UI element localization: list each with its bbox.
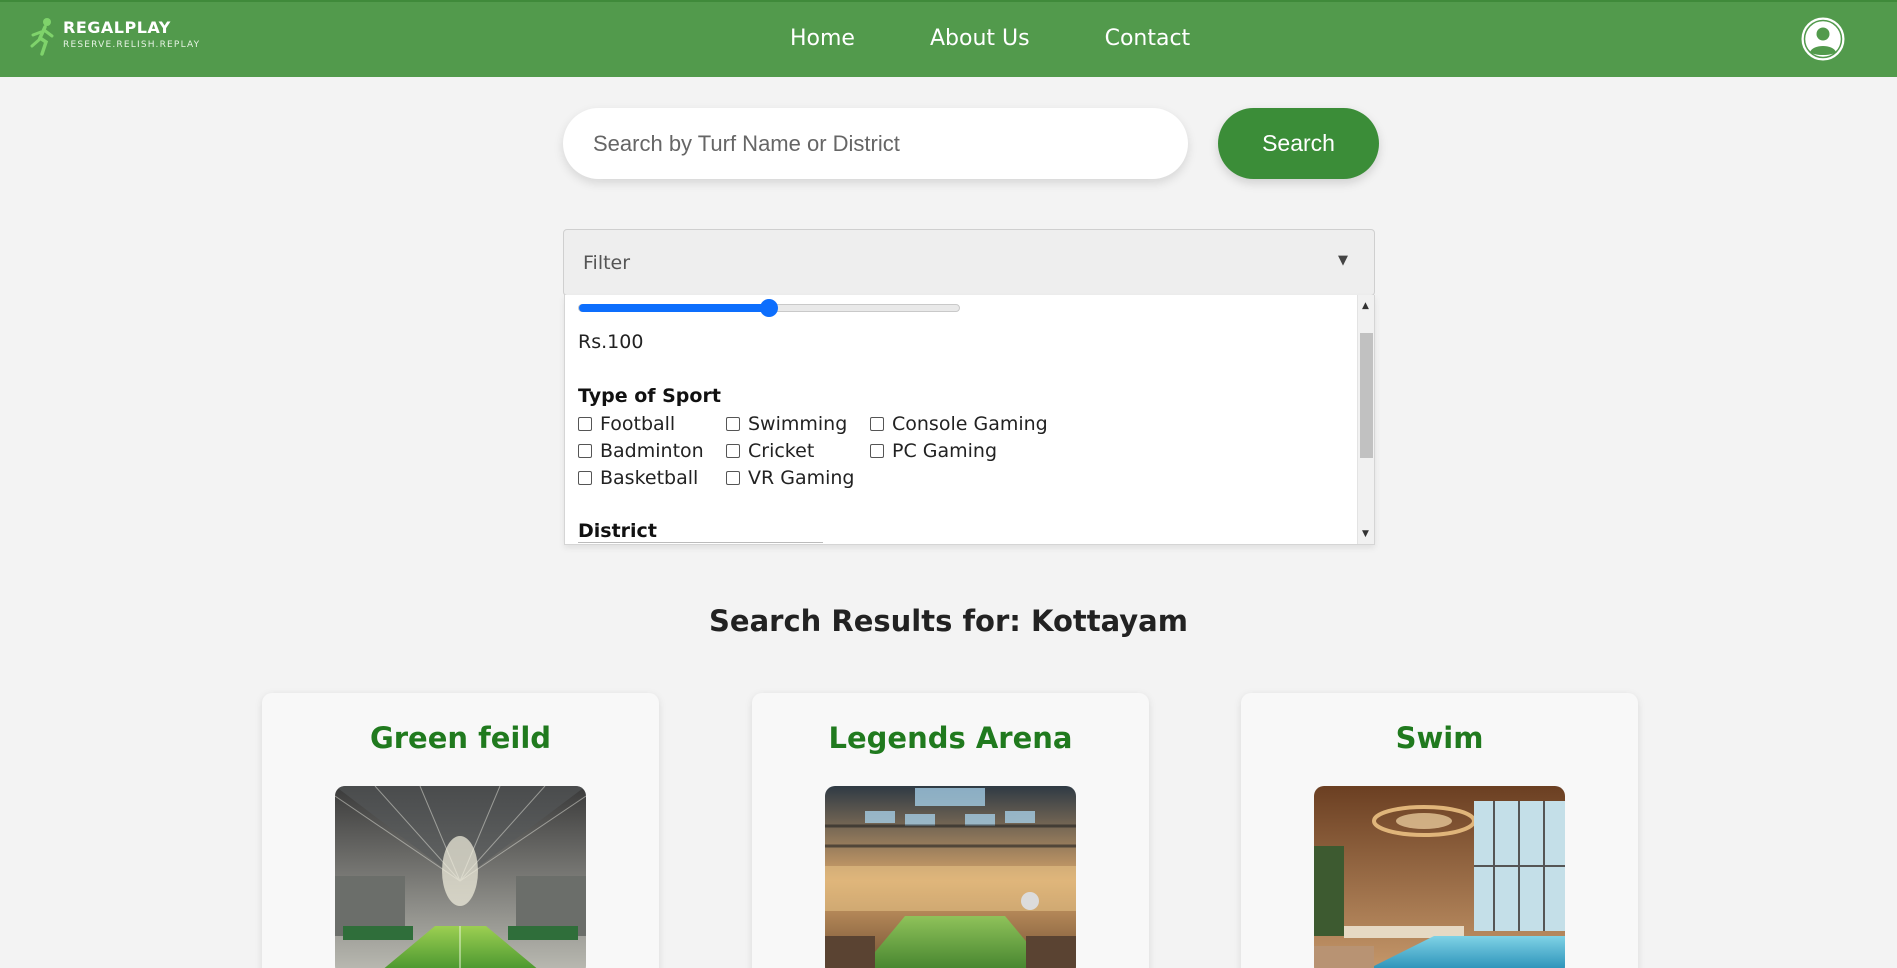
sport-option-label: VR Gaming	[748, 466, 855, 489]
checkbox[interactable]	[726, 416, 740, 431]
sport-option-basketball[interactable]: Basketball	[578, 466, 726, 489]
checkbox[interactable]	[870, 443, 884, 458]
nav-about-link[interactable]: About Us	[930, 26, 1030, 51]
turf-image-pool[interactable]	[1314, 786, 1565, 968]
checkbox[interactable]	[578, 470, 592, 485]
nav-contact-link[interactable]: Contact	[1105, 26, 1191, 51]
turf-card[interactable]: Legends Arena	[752, 693, 1149, 968]
runner-logo-icon	[30, 18, 54, 56]
checkbox[interactable]	[578, 416, 592, 431]
price-slider[interactable]	[578, 299, 960, 317]
search-button[interactable]: Search	[1218, 108, 1379, 179]
sport-option-label: Cricket	[748, 439, 815, 462]
brand-logo[interactable]: REGALPLAY RESERVE.RELISH.REPLAY	[28, 16, 218, 60]
search-input[interactable]	[563, 108, 1188, 179]
sport-option-label: Badminton	[600, 439, 704, 462]
turf-card-title: Legends Arena	[828, 721, 1073, 755]
sport-option-pc-gaming[interactable]: PC Gaming	[870, 439, 1050, 462]
user-account-icon[interactable]	[1801, 17, 1845, 61]
scroll-down-icon[interactable]: ▼	[1362, 529, 1369, 539]
filter-dropdown[interactable]: Filter ▼	[563, 229, 1375, 296]
turf-image-stadium[interactable]	[335, 786, 586, 968]
brand-name: REGALPLAY	[63, 18, 171, 37]
turf-card-title: Green feild	[369, 721, 552, 755]
turf-card[interactable]: Swim	[1241, 693, 1638, 968]
filter-panel: Rs.100 Type of Sport Football Swimming C…	[564, 295, 1375, 545]
price-slider-thumb[interactable]	[760, 299, 778, 317]
sport-option-label: PC Gaming	[892, 439, 998, 462]
turf-image-arena[interactable]	[825, 786, 1076, 968]
filter-panel-scrollbar[interactable]: ▲ ▼	[1357, 295, 1374, 544]
checkbox[interactable]	[726, 470, 740, 485]
sport-checkbox-grid: Football Swimming Console Gaming Badmint…	[578, 412, 1050, 489]
sport-option-label: Basketball	[600, 466, 699, 489]
turf-card[interactable]: Green feild	[262, 693, 659, 968]
price-value: Rs.100	[578, 331, 644, 353]
brand-tagline: RESERVE.RELISH.REPLAY	[63, 40, 201, 50]
sport-option-label: Swimming	[748, 412, 848, 435]
sport-option-football[interactable]: Football	[578, 412, 726, 435]
sport-option-label: Console Gaming	[892, 412, 1048, 435]
turf-card-title: Swim	[1395, 721, 1484, 755]
scrollbar-thumb[interactable]	[1360, 333, 1373, 458]
sport-option-cricket[interactable]: Cricket	[726, 439, 870, 462]
results-heading: Search Results for: Kottayam	[709, 604, 1188, 638]
nav-home-link[interactable]: Home	[790, 26, 855, 51]
checkbox[interactable]	[726, 443, 740, 458]
checkbox[interactable]	[578, 443, 592, 458]
price-slider-fill	[579, 304, 769, 312]
navbar: REGALPLAY RESERVE.RELISH.REPLAY Home Abo…	[0, 0, 1897, 77]
sport-option-console-gaming[interactable]: Console Gaming	[870, 412, 1050, 435]
sport-option-swimming[interactable]: Swimming	[726, 412, 870, 435]
district-select[interactable]	[578, 542, 823, 544]
scroll-up-icon[interactable]: ▲	[1362, 301, 1369, 311]
checkbox[interactable]	[870, 416, 884, 431]
district-heading: District	[578, 520, 657, 542]
filter-label: Filter	[583, 252, 631, 274]
nav-links: Home About Us Contact	[790, 26, 1190, 51]
sport-type-heading: Type of Sport	[578, 385, 721, 407]
sport-option-label: Football	[600, 412, 676, 435]
sport-option-badminton[interactable]: Badminton	[578, 439, 726, 462]
sport-option-vr-gaming[interactable]: VR Gaming	[726, 466, 870, 489]
caret-down-icon: ▼	[1338, 253, 1348, 268]
